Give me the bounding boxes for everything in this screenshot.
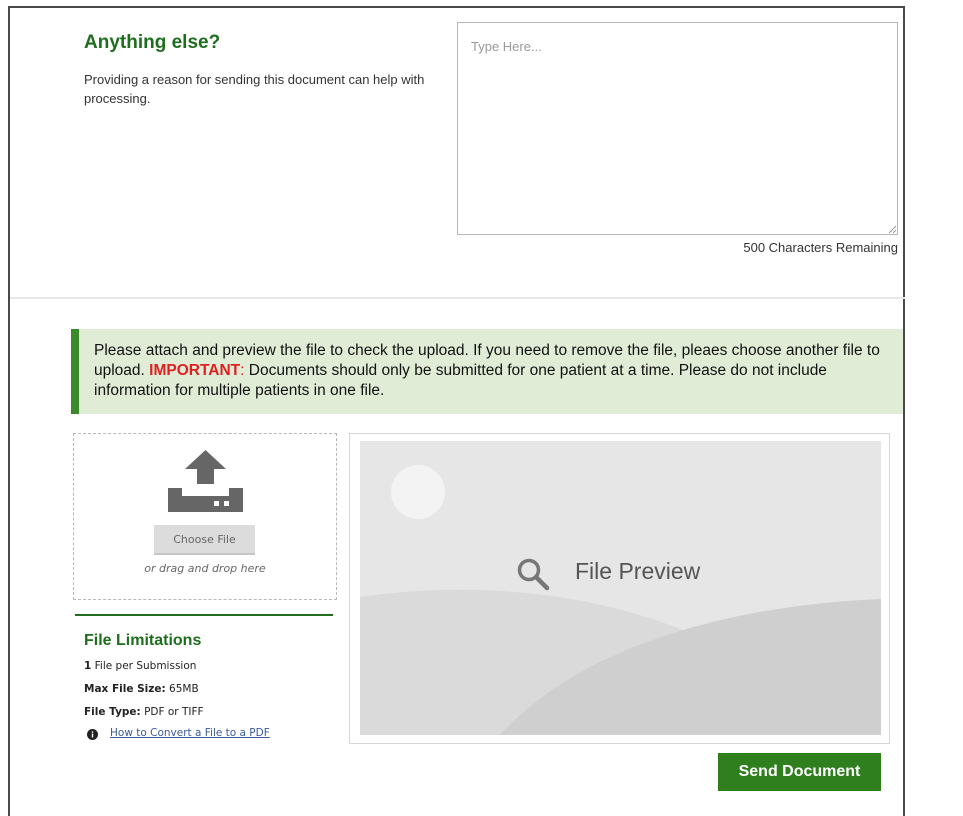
- info-icon: [87, 729, 98, 740]
- upload-icon: [168, 450, 243, 512]
- search-icon: [517, 558, 550, 591]
- convert-to-pdf-link[interactable]: How to Convert a File to a PDF: [110, 727, 270, 739]
- max-size-value: 65MB: [165, 683, 199, 695]
- max-size-label: Max File Size:: [84, 683, 166, 695]
- files-count-label: File per Submission: [91, 660, 197, 672]
- drag-drop-text: or drag and drop here: [144, 562, 266, 575]
- files-per-submission: 1 File per Submission: [84, 660, 196, 672]
- file-type: File Type: PDF or TIFF: [84, 706, 204, 718]
- anything-else-heading: Anything else?: [84, 32, 221, 53]
- upload-notice: Please attach and preview the file to ch…: [71, 329, 903, 414]
- file-type-label: File Type:: [84, 706, 141, 718]
- resize-grip-icon[interactable]: [887, 224, 897, 234]
- reason-description: Providing a reason for sending this docu…: [84, 72, 425, 106]
- preview-placeholder-image: [360, 441, 881, 735]
- important-label: IMPORTANT: [149, 362, 241, 379]
- characters-remaining: 500 Characters Remaining: [743, 240, 898, 255]
- max-file-size: Max File Size: 65MB: [84, 683, 199, 695]
- send-document-button[interactable]: Send Document: [718, 753, 881, 791]
- reason-textarea[interactable]: [457, 22, 898, 235]
- file-preview-label: File Preview: [575, 558, 701, 584]
- limitations-divider: [75, 614, 333, 616]
- choose-file-button[interactable]: Choose File: [154, 525, 255, 555]
- file-limitations-title: File Limitations: [84, 632, 202, 649]
- file-type-value: PDF or TIFF: [140, 706, 204, 718]
- section-divider: [10, 297, 905, 299]
